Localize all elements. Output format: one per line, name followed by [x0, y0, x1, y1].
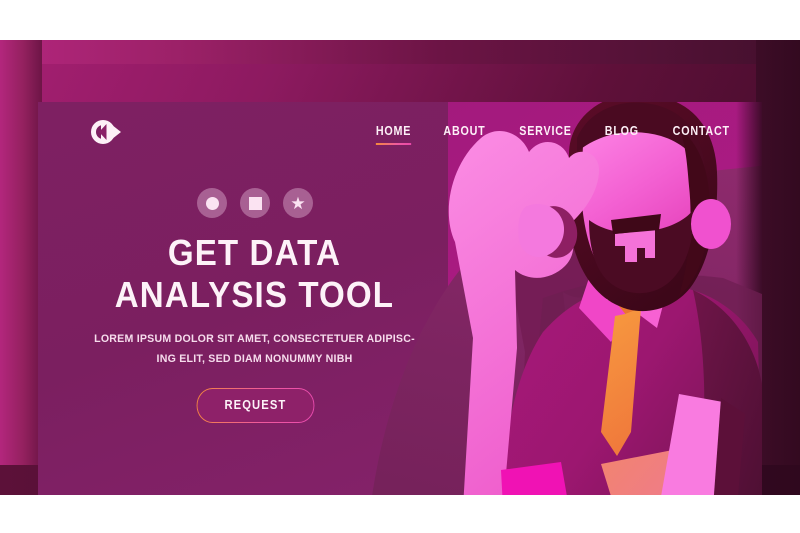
- hero-badges: ★: [38, 188, 458, 218]
- badge-star[interactable]: ★: [283, 188, 313, 218]
- brand-logo[interactable]: [90, 119, 124, 145]
- frame-bevel-top: [0, 40, 800, 64]
- hero-subtitle: LOREM IPSUM DOLOR SIT AMET, CONSECTETUER…: [53, 330, 444, 370]
- square-badge-icon: [248, 196, 262, 210]
- nav-item-home[interactable]: HOME: [375, 124, 412, 145]
- badge-circle[interactable]: [197, 188, 227, 218]
- cta-container: REQUEST: [38, 388, 458, 423]
- circle-badge-icon: [205, 196, 219, 210]
- subtitle-line-1: LOREM IPSUM DOLOR SIT AMET, CONSECTETUER…: [94, 333, 415, 346]
- landing-page-screen: HOME ABOUT SERVICE BLOG CONTACT ★ GET DA…: [38, 102, 762, 495]
- top-navigation-bar: HOME ABOUT SERVICE BLOG CONTACT: [38, 102, 762, 168]
- star-badge-icon: ★: [290, 193, 306, 213]
- nav-item-blog[interactable]: BLOG: [605, 124, 639, 145]
- nav-item-service[interactable]: SERVICE: [519, 124, 571, 145]
- nav-links[interactable]: HOME ABOUT SERVICE BLOG CONTACT: [373, 124, 734, 145]
- page-margin-top: [0, 0, 800, 40]
- frame-bevel-left: [0, 40, 42, 495]
- headline-line-2: ANALYSIS TOOL: [114, 274, 395, 316]
- page-margin-bottom: [0, 495, 800, 533]
- page-title: GET DATA ANALYSIS TOOL: [55, 232, 441, 316]
- badge-square[interactable]: [240, 188, 270, 218]
- ear: [691, 199, 731, 249]
- subtitle-line-2: ING ELIT, SED DIAM NONUMMY NIBH: [156, 353, 353, 366]
- landing-page-stage: HOME ABOUT SERVICE BLOG CONTACT ★ GET DA…: [0, 0, 800, 533]
- request-button[interactable]: REQUEST: [196, 388, 314, 423]
- device-frame: HOME ABOUT SERVICE BLOG CONTACT ★ GET DA…: [0, 40, 800, 495]
- frame-bevel-right: [756, 40, 800, 495]
- headline-line-1: GET DATA: [167, 232, 342, 273]
- abstract-play-logo-icon: [91, 120, 121, 144]
- nav-item-about[interactable]: ABOUT: [443, 124, 485, 145]
- nav-item-contact[interactable]: CONTACT: [672, 124, 729, 145]
- hero-section: ★ GET DATA ANALYSIS TOOL LOREM IPSUM DOL…: [38, 188, 458, 423]
